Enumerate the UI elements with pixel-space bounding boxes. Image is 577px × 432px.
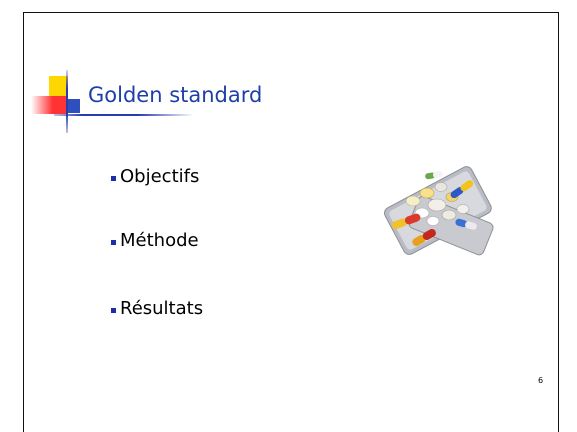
- blue-square: [67, 99, 80, 113]
- red-square: [31, 96, 67, 114]
- bullet-text: Objectifs: [120, 166, 200, 187]
- vertical-accent-line: [66, 70, 68, 133]
- bullet-item: Résultats: [111, 298, 203, 319]
- bullet-item: Objectifs: [111, 166, 199, 187]
- bullet-text: Résultats: [120, 298, 204, 319]
- bullet-marker-icon: [111, 307, 116, 313]
- bullet-item: Méthode: [111, 230, 199, 251]
- horizontal-accent-line: [54, 114, 194, 116]
- bullet-marker-icon: [111, 239, 116, 245]
- bullet-marker-icon: [111, 175, 116, 181]
- bullet-text: Méthode: [120, 230, 199, 251]
- slide-title: Golden standard: [88, 83, 263, 107]
- slide: Golden standard Objectifs Méthode Résult…: [0, 0, 577, 432]
- page-number: 6: [538, 376, 544, 385]
- pills-blister-pack-icon: [384, 166, 494, 256]
- decorative-squares-logo-icon: [0, 0, 194, 140]
